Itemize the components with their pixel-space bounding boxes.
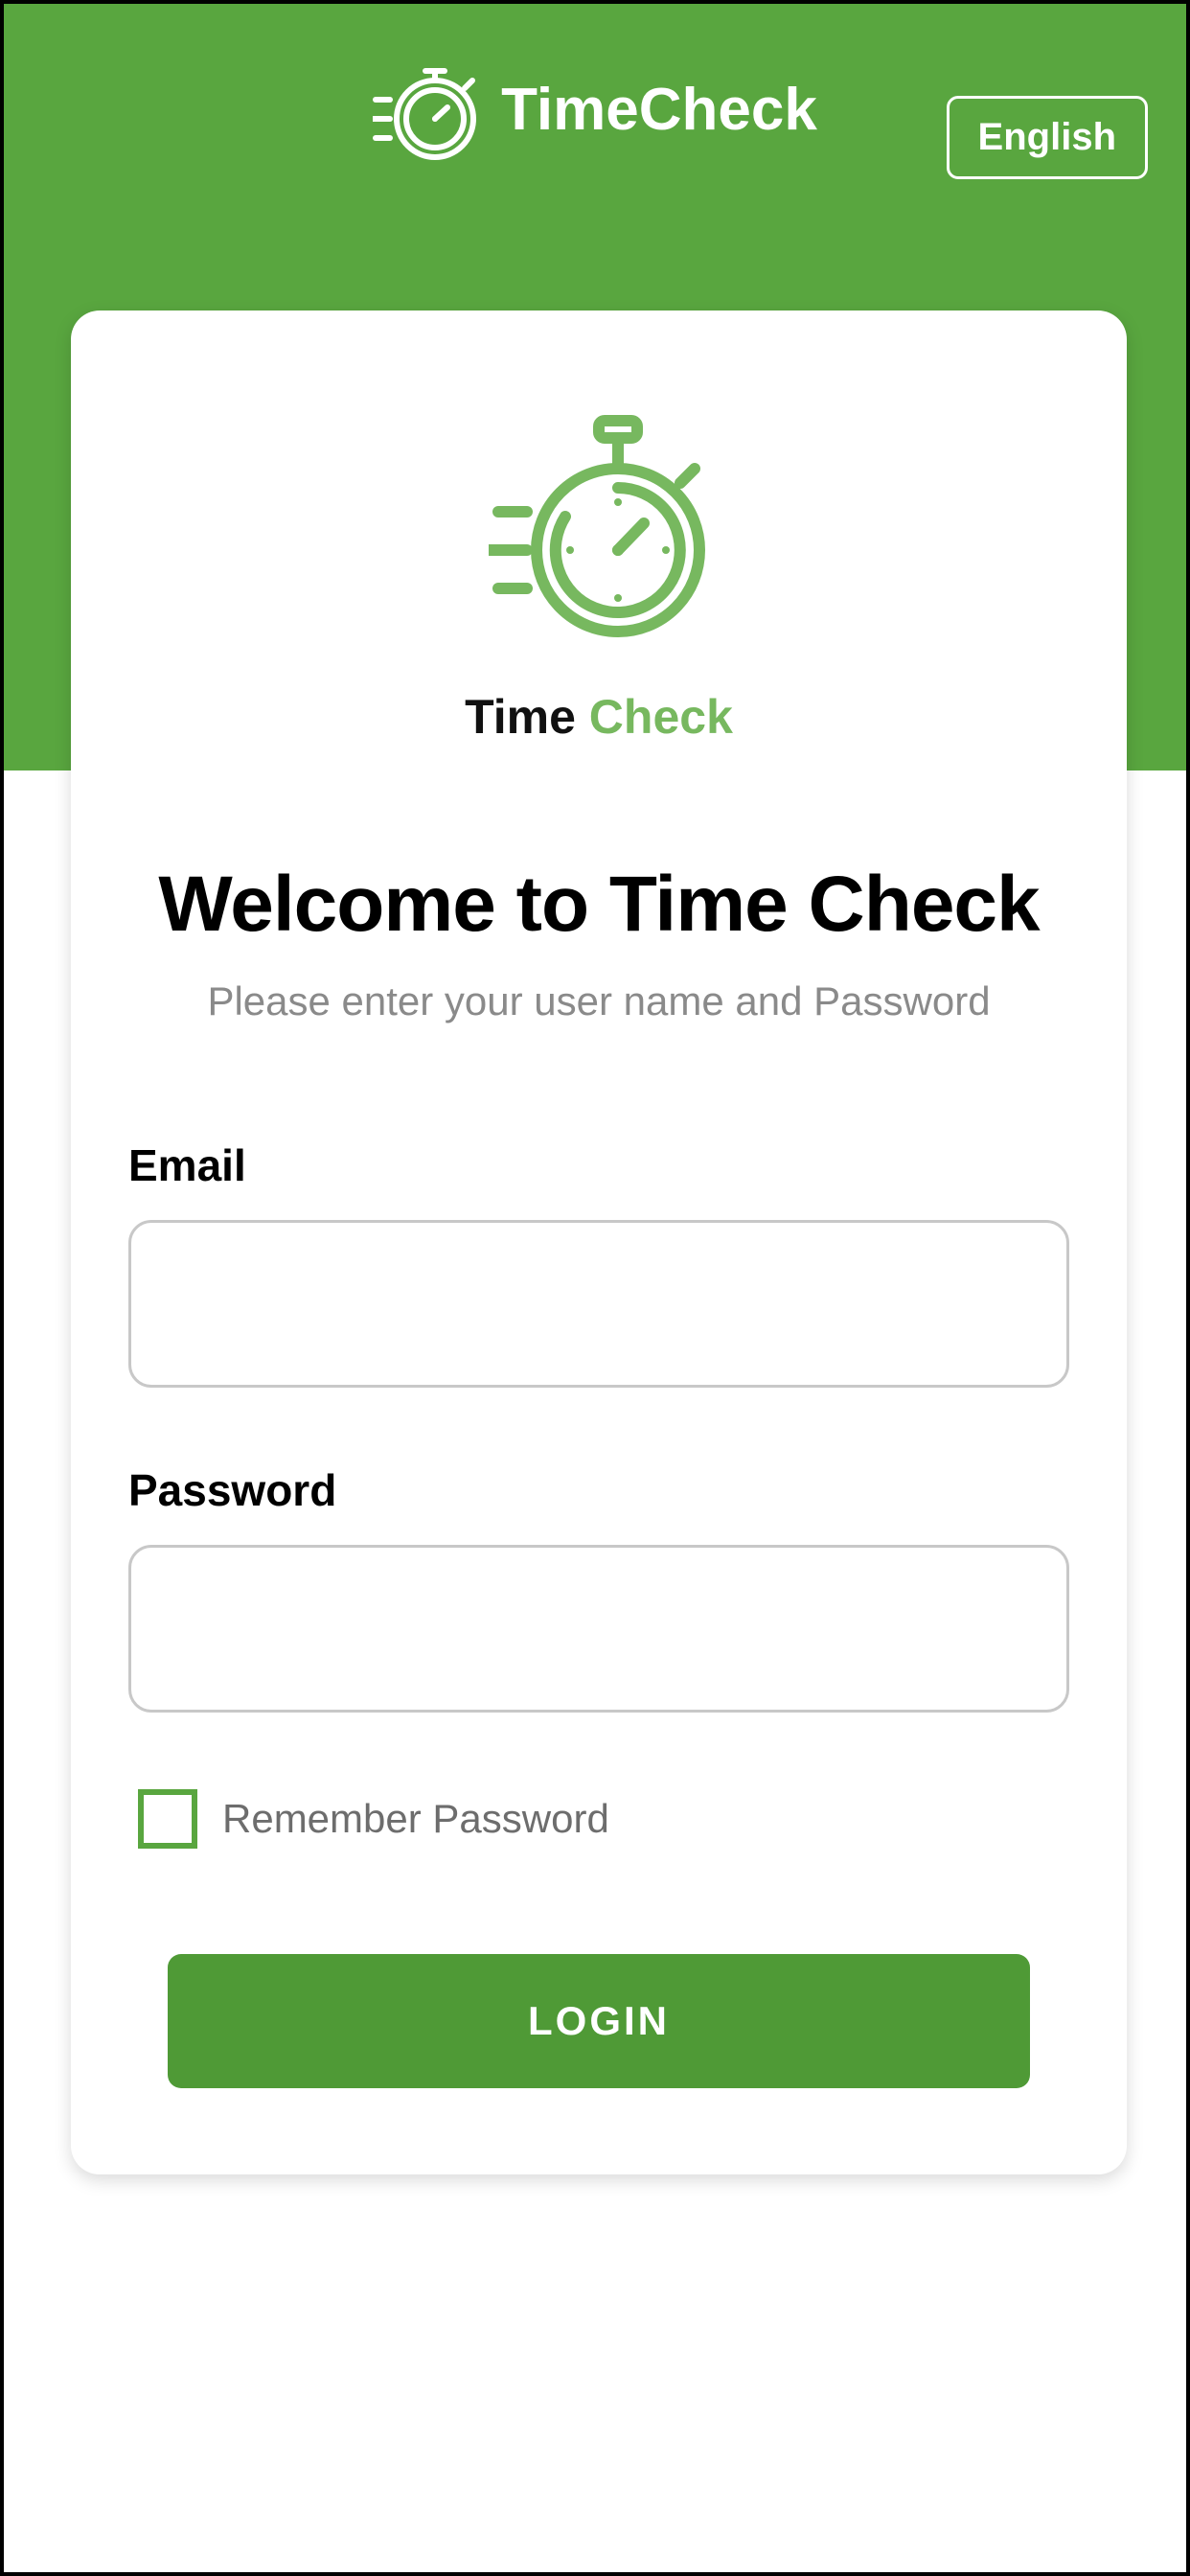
language-selector[interactable]: English bbox=[947, 96, 1148, 179]
login-button[interactable]: LOGIN bbox=[168, 1954, 1030, 2088]
card-brand-text: Time Check bbox=[465, 689, 733, 745]
welcome-title: Welcome to Time Check bbox=[128, 860, 1069, 950]
header-brand-text: TimeCheck bbox=[501, 76, 817, 144]
email-label: Email bbox=[128, 1139, 1069, 1191]
password-field-block: Password bbox=[128, 1464, 1069, 1713]
login-button-label: LOGIN bbox=[528, 1998, 670, 2043]
remember-checkbox[interactable] bbox=[138, 1789, 197, 1849]
login-card: Time Check Welcome to Time Check Please … bbox=[71, 310, 1127, 2174]
login-form: Email Password Remember Password LOGIN bbox=[128, 1139, 1069, 2088]
password-label: Password bbox=[128, 1464, 1069, 1516]
password-input[interactable] bbox=[128, 1545, 1069, 1713]
remember-row[interactable]: Remember Password bbox=[138, 1789, 1069, 1849]
stopwatch-icon bbox=[373, 50, 478, 170]
email-input[interactable] bbox=[128, 1220, 1069, 1388]
stopwatch-icon bbox=[489, 406, 709, 651]
app-screen: TimeCheck English bbox=[0, 0, 1190, 2576]
remember-label: Remember Password bbox=[222, 1796, 609, 1842]
card-brand-part1: Time bbox=[465, 690, 589, 744]
email-field-block: Email bbox=[128, 1139, 1069, 1388]
welcome-subtitle: Please enter your user name and Password bbox=[128, 978, 1069, 1024]
card-logo-group: Time Check bbox=[128, 406, 1069, 745]
header-logo-group: TimeCheck bbox=[373, 50, 817, 170]
card-brand-part2: Check bbox=[589, 690, 733, 744]
header-bar: TimeCheck English bbox=[4, 42, 1186, 176]
language-label: English bbox=[978, 116, 1116, 158]
